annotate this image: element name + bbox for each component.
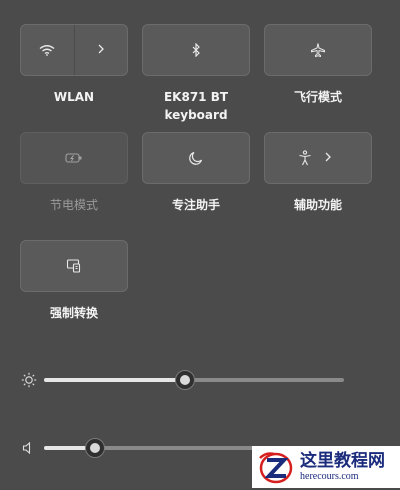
watermark-url: herecours.com bbox=[300, 471, 359, 482]
chevron-right-icon bbox=[324, 151, 332, 165]
airplane-icon bbox=[310, 42, 326, 58]
accessibility-tile[interactable] bbox=[264, 132, 372, 184]
logo-z-icon bbox=[256, 448, 294, 486]
chevron-right-icon bbox=[97, 43, 105, 57]
accessibility-icon bbox=[298, 150, 312, 166]
wlan-expand-button[interactable] bbox=[75, 25, 128, 75]
airplane-mode-label: 飞行模式 bbox=[293, 90, 342, 104]
watermark: 这里教程网 herecours.com bbox=[252, 446, 400, 488]
battery-saver-label: 节电模式 bbox=[49, 198, 98, 212]
watermark-title: 这里教程网 bbox=[300, 451, 385, 471]
airplane-mode-tile[interactable] bbox=[264, 24, 372, 76]
quick-settings-panel: WLAN EK871 BT keyboard 飞行模式 节电模式 专注助手 辅助… bbox=[0, 0, 400, 488]
accessibility-label: 辅助功能 bbox=[293, 198, 342, 212]
battery-saver-tile[interactable] bbox=[20, 132, 128, 184]
bluetooth-icon bbox=[191, 43, 201, 57]
volume-slider-thumb[interactable] bbox=[85, 438, 105, 458]
bluetooth-label-line1: EK871 BT bbox=[163, 90, 229, 104]
cast-icon bbox=[66, 258, 82, 274]
wlan-tile[interactable] bbox=[20, 24, 128, 76]
project-tile[interactable] bbox=[20, 240, 128, 292]
moon-icon bbox=[189, 151, 203, 165]
brightness-slider-thumb[interactable] bbox=[175, 370, 195, 390]
bluetooth-label: EK871 BT keyboard bbox=[141, 88, 251, 124]
project-label: 强制转换 bbox=[49, 306, 98, 320]
accessibility-toggle[interactable] bbox=[265, 133, 318, 183]
wlan-label: WLAN bbox=[53, 90, 95, 104]
wifi-icon bbox=[39, 44, 55, 56]
accessibility-expand-button[interactable] bbox=[318, 133, 371, 183]
battery-saver-icon bbox=[65, 152, 83, 164]
brightness-icon bbox=[18, 369, 40, 391]
bluetooth-label-line2: keyboard bbox=[164, 108, 228, 122]
wlan-toggle[interactable] bbox=[21, 25, 74, 75]
focus-assist-label: 专注助手 bbox=[171, 198, 220, 212]
speaker-icon[interactable] bbox=[18, 437, 40, 459]
focus-assist-tile[interactable] bbox=[142, 132, 250, 184]
brightness-fill bbox=[44, 378, 185, 382]
bluetooth-tile[interactable] bbox=[142, 24, 250, 76]
